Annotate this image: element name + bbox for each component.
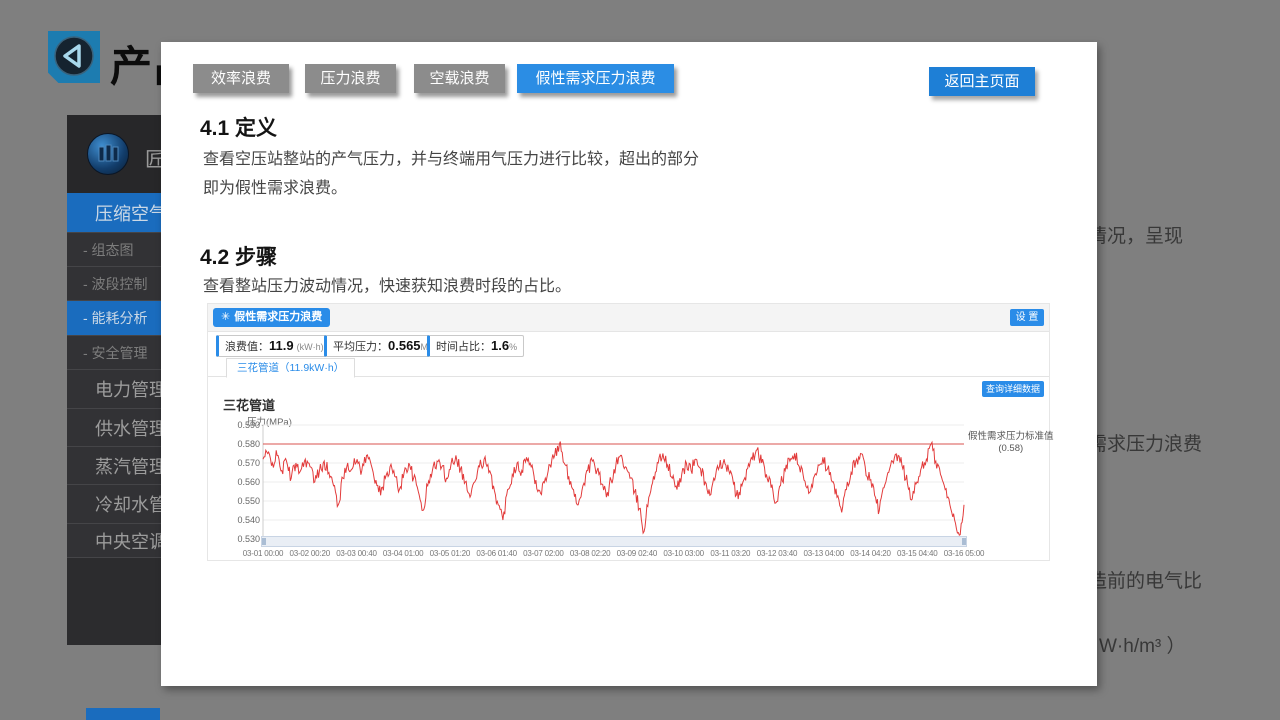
y-tick-label: 0.550	[222, 496, 260, 506]
reference-line-annotation: 假性需求压力标准值 (0.58)	[968, 431, 1054, 455]
x-tick-label: 03-05 01:20	[425, 549, 475, 558]
x-tick-label: 03-14 04:20	[846, 549, 896, 558]
tab-pressure-waste[interactable]: 压力浪费	[305, 64, 396, 93]
dashboard-header-bar	[208, 304, 1049, 332]
x-tick-label: 03-01 00:00	[238, 549, 288, 558]
x-tick-label: 03-04 01:00	[378, 549, 428, 558]
x-tick-label: 03-08 02:20	[565, 549, 615, 558]
waste-detail-modal: 效率浪费 压力浪费 空载浪费 假性需求压力浪费 返回主页面 4.1 定义 查看空…	[161, 42, 1097, 686]
sidebar-item[interactable]: 蒸汽管理	[67, 447, 161, 485]
x-tick-label: 03-11 03:20	[705, 549, 755, 558]
y-tick-label: 0.560	[222, 477, 260, 487]
x-tick-label: 03-15 04:40	[892, 549, 942, 558]
x-tick-label: 03-10 03:00	[659, 549, 709, 558]
dashboard-title-badge: ✳假性需求压力浪费	[213, 308, 330, 327]
steps-text: 查看整站压力波动情况，快速获知浪费时段的占比。	[203, 272, 571, 301]
dashboard-screenshot: ✳假性需求压力浪费 设 置 浪费值：11.9 (kW·h) 平均压力：0.565…	[207, 303, 1050, 561]
x-tick-label: 03-09 02:40	[612, 549, 662, 558]
settings-button[interactable]: 设 置	[1010, 309, 1044, 326]
sidebar-brand-text: 匠	[145, 143, 161, 172]
pressure-line-chart	[263, 425, 964, 539]
x-tick-label: 03-13 04:00	[799, 549, 849, 558]
x-tick-label: 03-06 01:40	[472, 549, 522, 558]
tab-false-demand-pressure-waste[interactable]: 假性需求压力浪费	[517, 64, 674, 93]
x-tick-label: 03-03 00:40	[331, 549, 381, 558]
sidebar-logo-icon	[87, 133, 129, 175]
x-tick-label: 03-02 00:20	[285, 549, 335, 558]
badge-spark-icon: ✳	[221, 311, 230, 323]
x-tick-label: 03-12 03:40	[752, 549, 802, 558]
sidebar-item-partial	[86, 708, 160, 720]
back-arrow-icon	[48, 31, 100, 83]
y-tick-label: 0.530	[222, 534, 260, 544]
tab-efficiency-waste[interactable]: 效率浪费	[193, 64, 289, 93]
sidebar-item[interactable]: 供水管理	[67, 409, 161, 447]
back-arrow-logo[interactable]	[48, 31, 100, 83]
x-tick-label: 03-16 05:00	[939, 549, 989, 558]
sidebar-item[interactable]: - 波段控制	[67, 267, 161, 301]
y-tick-label: 0.590	[222, 420, 260, 430]
sidebar-item[interactable]: 压缩空气	[67, 193, 161, 233]
clipped-text-fragment: 情况，呈现	[1088, 221, 1183, 248]
pipe-tab-sanhua[interactable]: 三花管道（11.9kW·h）	[226, 358, 355, 378]
sidebar-header: 匠	[67, 115, 161, 193]
sidebar-item[interactable]: - 组态图	[67, 233, 161, 267]
sidebar-item[interactable]: - 安全管理	[67, 336, 161, 370]
y-tick-label: 0.570	[222, 458, 260, 468]
tab-idle-waste[interactable]: 空载浪费	[414, 64, 505, 93]
return-main-page-button[interactable]: 返回主页面	[929, 67, 1035, 96]
y-tick-label: 0.580	[222, 439, 260, 449]
query-detail-data-button[interactable]: 查询详细数据	[982, 381, 1044, 397]
section-heading-definition: 4.1 定义	[200, 112, 277, 142]
clipped-text-fragment: W·h/m³ ）	[1099, 631, 1186, 658]
section-heading-steps: 4.2 步骤	[200, 241, 277, 271]
stat-waste-value: 浪费值：11.9 (kW·h)	[216, 335, 331, 357]
y-tick-label: 0.540	[222, 515, 260, 525]
sidebar-item[interactable]: 中央空调管	[67, 524, 161, 558]
chart-title: 三花管道	[223, 395, 275, 414]
background-sidebar: 匠 压缩空气- 组态图- 波段控制- 能耗分析- 安全管理电力管理供水管理蒸汽管…	[67, 115, 161, 645]
clipped-text-fragment: 造前的电气比	[1088, 566, 1202, 593]
stat-time-ratio: 时间占比：1.6%	[427, 335, 524, 357]
clipped-text-fragment: 需求压力浪费	[1088, 429, 1202, 456]
sidebar-item[interactable]: - 能耗分析	[67, 301, 161, 336]
x-tick-label: 03-07 02:00	[518, 549, 568, 558]
sidebar-item[interactable]: 冷却水管	[67, 485, 161, 524]
data-zoom-slider[interactable]	[261, 536, 967, 547]
definition-text: 查看空压站整站的产气压力，并与终端用气压力进行比较，超出的部分 即为假性需求浪费…	[203, 145, 699, 203]
sidebar-item[interactable]: 电力管理	[67, 370, 161, 409]
